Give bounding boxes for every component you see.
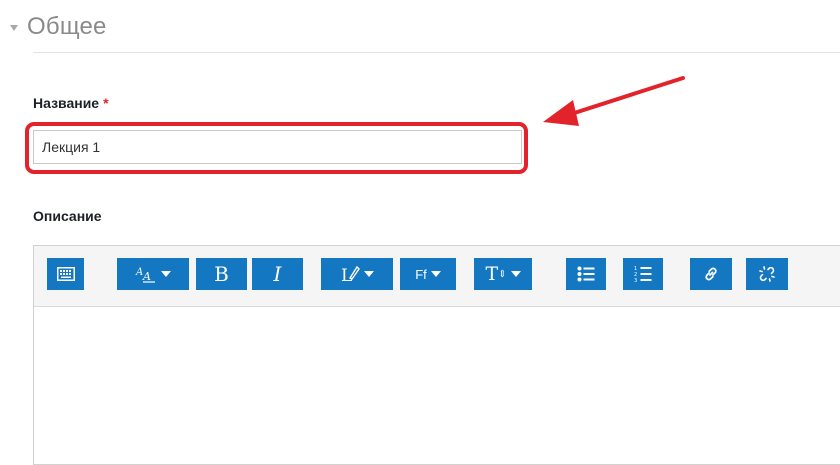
bullet-list-button[interactable] xyxy=(566,258,606,290)
annotation-arrow-icon xyxy=(543,76,685,126)
svg-text:A: A xyxy=(142,270,151,283)
text-style-icon: A A xyxy=(135,267,155,283)
font-family-icon: Ff xyxy=(415,266,427,282)
unlink-button[interactable] xyxy=(746,258,788,290)
font-size-icon: T⇕ xyxy=(485,262,507,285)
collapse-caret-icon[interactable] xyxy=(10,25,18,31)
bold-icon: B xyxy=(214,262,229,286)
numbered-list-button[interactable]: 1 2 3 xyxy=(623,258,663,290)
section-divider xyxy=(33,52,840,53)
font-style-button[interactable]: A A xyxy=(117,258,189,290)
link-button[interactable] xyxy=(690,258,732,290)
numbered-list-icon: 1 2 3 xyxy=(634,266,652,283)
chevron-down-icon xyxy=(430,271,441,277)
svg-text:A: A xyxy=(135,267,143,278)
brush-icon: L xyxy=(341,265,360,284)
name-input[interactable] xyxy=(33,130,522,164)
name-field-label: Название * xyxy=(33,95,109,111)
svg-text:L: L xyxy=(341,266,352,284)
bold-button[interactable]: B xyxy=(196,258,247,290)
editor-toolbar: A A B I L Ff T⇕ 1 2 3 xyxy=(34,246,840,307)
font-size-button[interactable]: T⇕ xyxy=(474,258,532,290)
description-editor: A A B I L Ff T⇕ 1 2 3 xyxy=(33,245,840,465)
editor-content-area[interactable] xyxy=(34,307,840,457)
section-title: Общее xyxy=(27,13,107,40)
keyboard-icon xyxy=(56,267,75,281)
chevron-down-icon xyxy=(161,271,171,277)
link-icon xyxy=(705,267,717,281)
unlink-icon xyxy=(759,266,775,282)
description-field-label: Описание xyxy=(33,208,102,224)
svg-text:3: 3 xyxy=(634,278,637,283)
font-family-button[interactable]: Ff xyxy=(400,258,456,290)
italic-icon: I xyxy=(273,262,282,286)
text-color-button[interactable]: L xyxy=(321,258,393,290)
section-header-general[interactable]: Общее xyxy=(10,10,107,44)
bullet-list-icon xyxy=(577,266,595,282)
chevron-down-icon xyxy=(364,271,374,277)
italic-button[interactable]: I xyxy=(252,258,303,290)
required-marker-icon: * xyxy=(103,95,109,111)
font-size-glyph: T xyxy=(485,262,499,285)
name-label-text: Название xyxy=(33,95,100,111)
chevron-down-icon xyxy=(510,271,521,277)
toggle-toolbar-button[interactable] xyxy=(47,258,84,290)
